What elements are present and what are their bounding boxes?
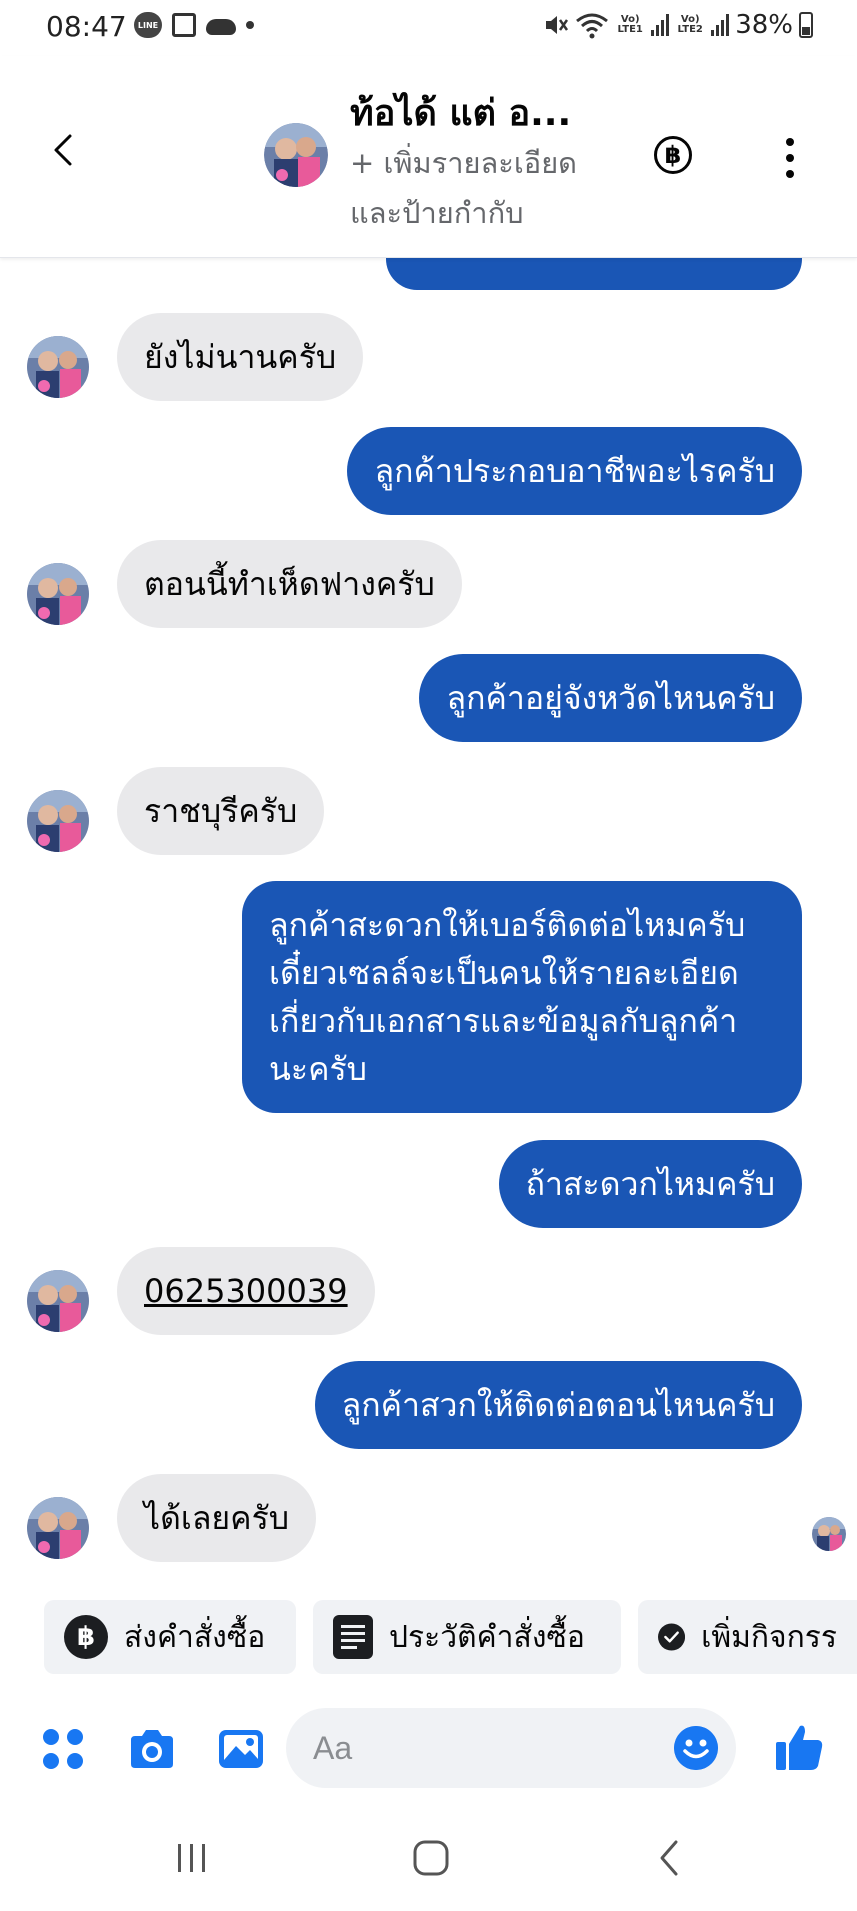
sender-avatar[interactable] bbox=[27, 563, 89, 625]
gallery-icon bbox=[172, 13, 196, 37]
status-time: 08:47 bbox=[46, 10, 127, 43]
message-bubble-cutoff[interactable] bbox=[386, 258, 802, 290]
signal-2-icon bbox=[711, 14, 730, 36]
message-bubble-outgoing[interactable]: ลูกค้าประกอบอาชีพอะไรครับ bbox=[347, 427, 802, 515]
recent-apps-icon[interactable] bbox=[162, 1828, 222, 1888]
back-arrow-icon[interactable] bbox=[44, 130, 84, 170]
add-details-link[interactable]: + เพิ่มรายละเอียดและป้ายกำกับ bbox=[350, 138, 620, 238]
signal-1-icon bbox=[651, 14, 670, 36]
sim1-label: Vo) LTE1 bbox=[617, 14, 643, 35]
send-order-chip[interactable]: ฿ ส่งคำสั่งซื้อ bbox=[44, 1600, 296, 1674]
contact-avatar[interactable] bbox=[264, 123, 328, 187]
system-icons: Vo) LTE1 Vo) LTE2 38% bbox=[543, 10, 813, 40]
order-history-icon bbox=[333, 1615, 373, 1659]
sender-avatar[interactable] bbox=[27, 1497, 89, 1559]
message-bubble-outgoing[interactable]: ลูกค้าสวกให้ติดต่อตอนไหนครับ bbox=[314, 1361, 802, 1449]
chip-label: ส่งคำสั่งซื้อ bbox=[124, 1619, 266, 1655]
status-bar: 08:47 LINE Vo) LTE1 Vo) LTE2 38% bbox=[0, 0, 857, 56]
line-app-icon: LINE bbox=[134, 12, 162, 38]
message-list[interactable]: ยังไม่นานครับ ลูกค้าประกอบอาชีพอะไรครับ … bbox=[0, 258, 857, 1578]
message-bubble-outgoing[interactable]: ลูกค้าอยู่จังหวัดไหนครับ bbox=[419, 654, 802, 742]
android-nav-bar bbox=[0, 1800, 857, 1911]
chip-label: ประวัติคำสั่งซื้อ bbox=[389, 1619, 585, 1655]
quick-actions-bar: ฿ ส่งคำสั่งซื้อ ประวัติคำสั่งซื้อ เพิ่มก… bbox=[0, 1600, 857, 1676]
phone-number-link[interactable]: 0625300039 bbox=[144, 1272, 348, 1310]
thumbs-up-icon[interactable] bbox=[772, 1720, 826, 1774]
order-history-chip[interactable]: ประวัติคำสั่งซื้อ bbox=[313, 1600, 621, 1674]
system-back-icon[interactable] bbox=[640, 1828, 700, 1888]
more-options-icon[interactable] bbox=[774, 138, 806, 178]
message-input-box[interactable] bbox=[286, 1708, 736, 1788]
message-composer bbox=[0, 1700, 857, 1800]
sender-avatar[interactable] bbox=[27, 1270, 89, 1332]
battery-icon bbox=[799, 12, 813, 38]
wifi-icon bbox=[576, 13, 609, 39]
mute-icon bbox=[546, 16, 569, 34]
seen-receipt-avatar bbox=[812, 1517, 846, 1551]
message-bubble-outgoing[interactable]: ลูกค้าสะดวกให้เบอร์ติดต่อไหมครับเดี๋ยวเซ… bbox=[242, 881, 802, 1113]
chip-label: เพิ่มกิจกรร bbox=[701, 1619, 837, 1655]
message-bubble-outgoing[interactable]: ถ้าสะดวกไหมครับ bbox=[498, 1140, 802, 1228]
emoji-icon[interactable] bbox=[674, 1726, 718, 1770]
battery-percent: 38% bbox=[735, 10, 793, 40]
chat-header: ท้อได้ แต่ อ... + เพิ่มรายละเอียดและป้าย… bbox=[0, 56, 857, 258]
gallery-photo-icon[interactable] bbox=[216, 1724, 266, 1774]
more-notifications-dot-icon bbox=[246, 21, 254, 29]
notification-icons: LINE bbox=[134, 12, 254, 38]
message-bubble-incoming-phone[interactable]: 0625300039 bbox=[117, 1247, 375, 1335]
camera-icon[interactable] bbox=[127, 1724, 177, 1774]
contact-name[interactable]: ท้อได้ แต่ อ... bbox=[350, 84, 571, 141]
more-actions-grid-icon[interactable] bbox=[38, 1724, 88, 1774]
message-bubble-incoming[interactable]: ได้เลยครับ bbox=[117, 1474, 317, 1562]
message-bubble-incoming[interactable]: ตอนนี้ทำเห็ดฟางครับ bbox=[117, 540, 462, 628]
sender-avatar[interactable] bbox=[27, 790, 89, 852]
home-icon[interactable] bbox=[401, 1828, 461, 1888]
check-icon bbox=[658, 1623, 686, 1651]
add-activity-chip[interactable]: เพิ่มกิจกรร bbox=[638, 1600, 857, 1674]
sim2-label: Vo) LTE2 bbox=[677, 14, 703, 35]
message-bubble-incoming[interactable]: ราชบุรีครับ bbox=[117, 767, 325, 855]
baht-payment-button[interactable]: ฿ bbox=[654, 136, 692, 174]
baht-icon: ฿ bbox=[64, 1615, 108, 1659]
message-input[interactable] bbox=[313, 1724, 643, 1772]
message-bubble-incoming[interactable]: ยังไม่นานครับ bbox=[117, 313, 364, 401]
sender-avatar[interactable] bbox=[27, 336, 89, 398]
cloud-icon bbox=[206, 19, 236, 35]
